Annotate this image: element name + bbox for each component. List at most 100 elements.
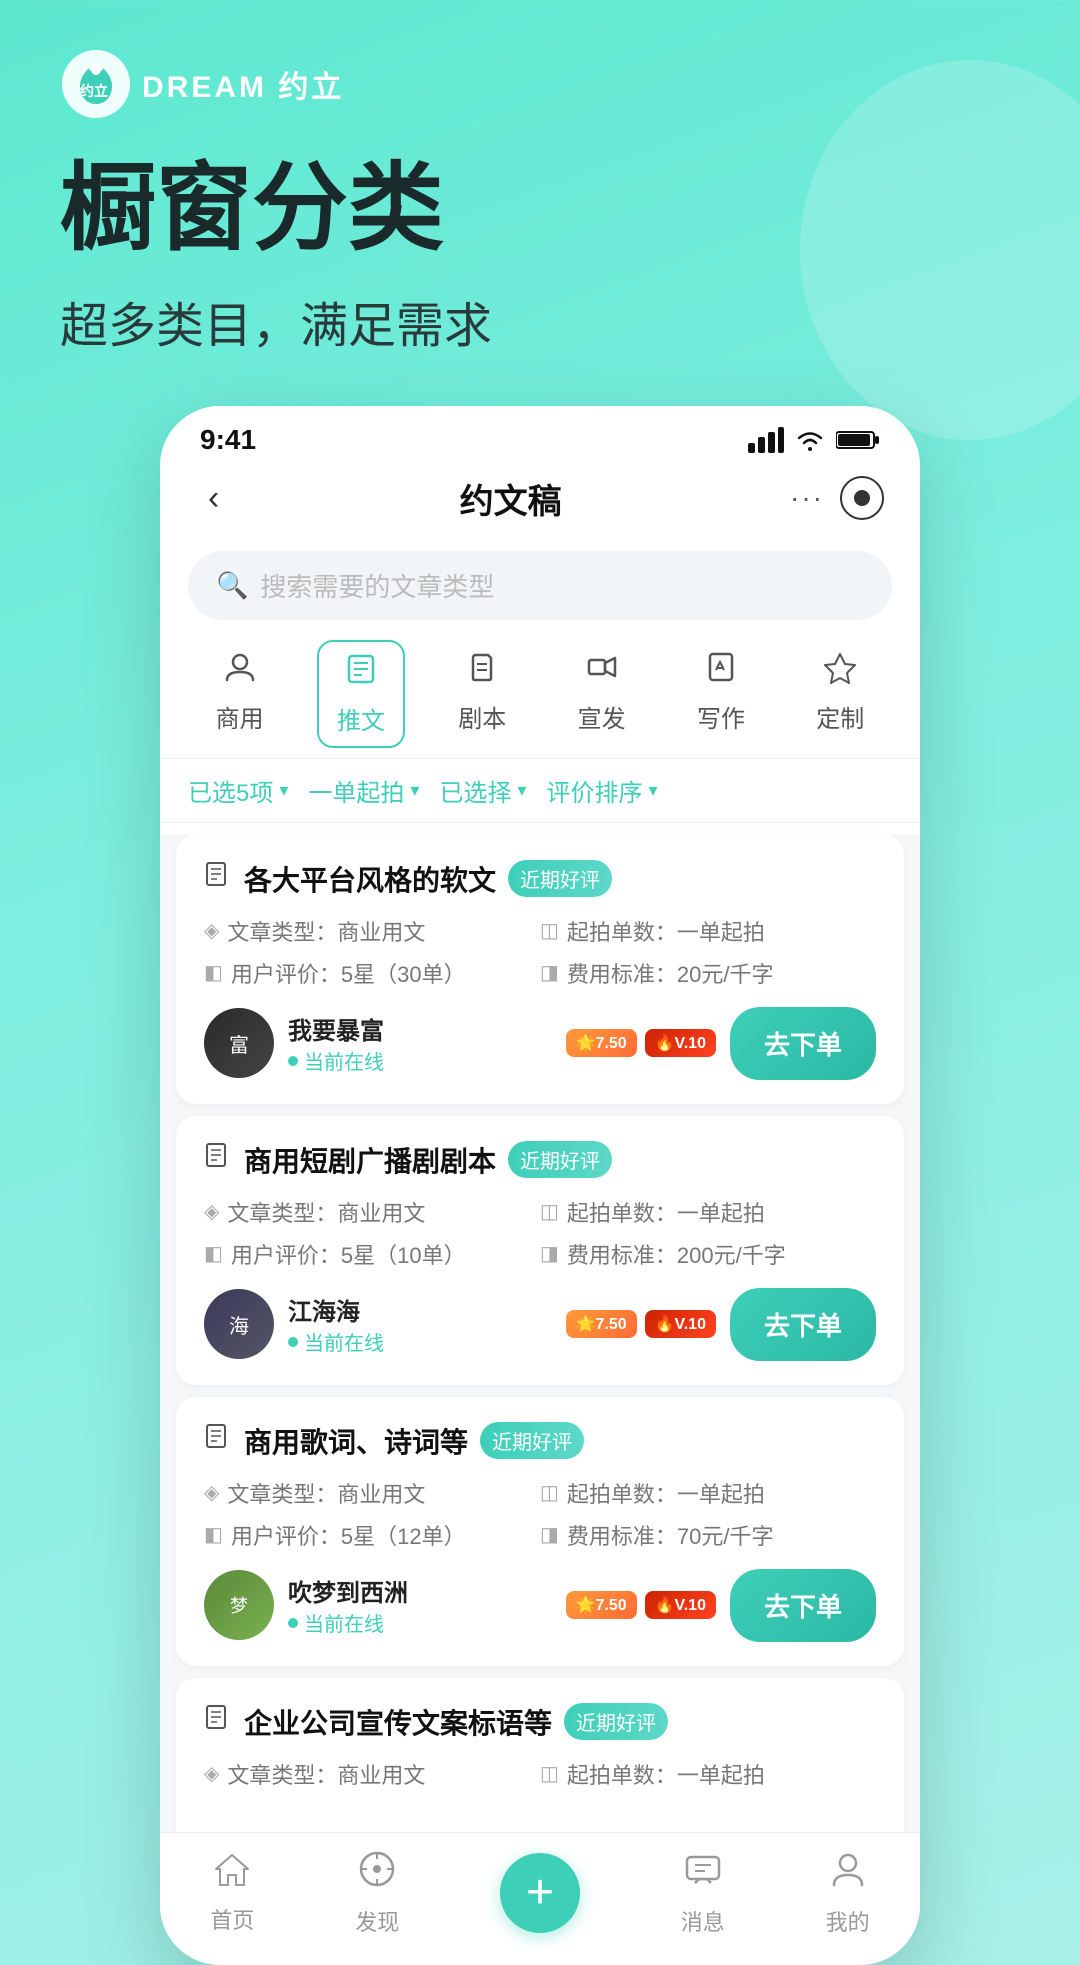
cat-tab-dingzhi[interactable]: 定制	[798, 640, 882, 748]
card-1-badge: 近期好评	[508, 860, 612, 897]
card-2-seller-badges: 🌟7.50 🔥V.10	[566, 1310, 716, 1338]
card-1-seller: 富 我要暴富 当前在线 🌟7.50	[204, 1007, 876, 1080]
cat-icon-tuiwen	[344, 652, 378, 695]
card-1-pricing: ◨ 费用标准：20元/千字	[540, 957, 876, 989]
category-tabs: 商用 推文 剧本 宣发	[160, 630, 920, 759]
meta-icon-order2: ◫	[540, 1199, 559, 1224]
search-bar[interactable]: 🔍 搜索需要的文章类型	[188, 551, 892, 620]
meta-icon-rating1: ◧	[204, 960, 223, 985]
card-1-seller-name: 我要暴富	[288, 1011, 552, 1046]
search-wrap: 🔍 搜索需要的文章类型	[160, 537, 920, 630]
cat-tab-xuanfa[interactable]: 宣发	[560, 640, 644, 748]
card-3-header: 商用歌词、诗词等 近期好评	[204, 1421, 876, 1461]
card-2-rating: ◧ 用户评价：5星（10单）	[204, 1238, 540, 1270]
card-2-doc-icon	[204, 1142, 232, 1177]
meta-icon-rating3: ◧	[204, 1522, 223, 1547]
bottom-nav-discover[interactable]: 发现	[355, 1849, 399, 1937]
filter-chip-rating[interactable]: 评价排序 ▾	[547, 773, 658, 808]
meta-icon-order1: ◫	[540, 918, 559, 943]
card-2-pricing: ◨ 费用标准：200元/千字	[540, 1238, 876, 1270]
card-3-doc-icon	[204, 1423, 232, 1458]
bottom-nav-plus-button[interactable]: +	[500, 1853, 580, 1933]
cat-label-shangyong: 商用	[216, 699, 264, 734]
card-3-pricing: ◨ 费用标准：70元/千字	[540, 1519, 876, 1551]
badge-v750-2: 🌟7.50	[566, 1310, 637, 1338]
meta-icon-order4: ◫	[540, 1761, 559, 1786]
cat-label-juben: 剧本	[458, 699, 506, 734]
card-4-doc-icon	[204, 1704, 232, 1739]
card-1-seller-online: 当前在线	[288, 1046, 552, 1075]
card-1-seller-badges: 🌟7.50 🔥V.10	[566, 1029, 716, 1057]
cat-tab-xiezuo[interactable]: 写作	[679, 640, 763, 748]
card-2-order-button[interactable]: 去下单	[730, 1288, 876, 1361]
cat-icon-xiezuo	[704, 650, 738, 693]
card-3-rating: ◧ 用户评价：5星（12单）	[204, 1519, 540, 1551]
service-list: 各大平台风格的软文 近期好评 ◈ 文章类型：商业用文 ◫ 起拍单数：一单起拍 ◧…	[160, 835, 920, 1832]
filter-selected-arrow: ▾	[279, 780, 288, 801]
card-4-min-order: ◫ 起拍单数：一单起拍	[540, 1758, 876, 1790]
card-1-order-button[interactable]: 去下单	[730, 1007, 876, 1080]
service-card-1: 各大平台风格的软文 近期好评 ◈ 文章类型：商业用文 ◫ 起拍单数：一单起拍 ◧…	[176, 835, 904, 1104]
phone-screen: 9:41	[160, 406, 920, 1965]
filter-bar: 已选5项 ▾ 一单起拍 ▾ 已选择 ▾ 评价排序 ▾	[160, 759, 920, 823]
meta-icon-price3: ◨	[540, 1522, 559, 1547]
card-3-badge: 近期好评	[480, 1422, 584, 1459]
filter-chip-minorder[interactable]: 一单起拍 ▾	[308, 773, 419, 808]
bottom-nav-mine[interactable]: 我的	[826, 1849, 870, 1937]
battery-icon	[836, 429, 880, 451]
badge-v750: 🌟7.50	[566, 1029, 637, 1057]
card-3-meta: ◈ 文章类型：商业用文 ◫ 起拍单数：一单起拍 ◧ 用户评价：5星（12单） ◨…	[204, 1477, 876, 1551]
record-inner-icon	[854, 490, 870, 506]
cat-label-xuanfa: 宣发	[578, 699, 626, 734]
nav-record-button[interactable]	[840, 476, 884, 520]
bottom-nav-mine-label: 我的	[826, 1905, 870, 1937]
discover-icon	[357, 1849, 397, 1899]
mine-icon	[828, 1849, 868, 1899]
cat-icon-shangyong	[223, 650, 257, 693]
bottom-nav: 首页 发现 + 消息 我的	[160, 1832, 920, 1965]
meta-icon-rating2: ◧	[204, 1241, 223, 1266]
online-dot-3	[288, 1618, 298, 1628]
meta-icon-type4: ◈	[204, 1761, 219, 1786]
card-3-seller-badges: 🌟7.50 🔥V.10	[566, 1591, 716, 1619]
card-2-meta: ◈ 文章类型：商业用文 ◫ 起拍单数：一单起拍 ◧ 用户评价：5星（10单） ◨…	[204, 1196, 876, 1270]
nav-actions: ···	[790, 476, 884, 520]
badge-v10-3: 🔥V.10	[645, 1591, 716, 1619]
card-1-title: 各大平台风格的软文	[244, 859, 496, 899]
card-2-avatar: 海	[204, 1289, 274, 1359]
bottom-nav-message[interactable]: 消息	[681, 1849, 725, 1937]
cat-tab-juben[interactable]: 剧本	[440, 640, 524, 748]
wifi-icon	[794, 427, 826, 453]
cat-tab-shangyong[interactable]: 商用	[198, 640, 282, 748]
cat-icon-xuanfa	[585, 650, 619, 693]
card-3-title: 商用歌词、诗词等	[244, 1421, 468, 1461]
meta-icon-price2: ◨	[540, 1241, 559, 1266]
meta-icon-order3: ◫	[540, 1480, 559, 1505]
phone-mockup: 9:41	[160, 406, 920, 1965]
nav-more-button[interactable]: ···	[790, 482, 824, 514]
cat-icon-dingzhi	[823, 650, 857, 693]
filter-chip-selected[interactable]: 已选5项 ▾	[188, 773, 288, 808]
filter-minorder-arrow: ▾	[410, 780, 419, 801]
card-3-seller-name: 吹梦到西洲	[288, 1573, 552, 1608]
cat-label-tuiwen: 推文	[337, 701, 385, 736]
brand-name-en: DREAM 约立	[142, 62, 344, 106]
service-card-3: 商用歌词、诗词等 近期好评 ◈ 文章类型：商业用文 ◫ 起拍单数：一单起拍 ◧ …	[176, 1397, 904, 1666]
nav-back-button[interactable]: ‹	[196, 475, 231, 522]
card-4-article-type: ◈ 文章类型：商业用文	[204, 1758, 540, 1790]
card-4-header: 企业公司宣传文案标语等 近期好评	[204, 1702, 876, 1742]
search-icon: 🔍	[216, 570, 248, 601]
online-dot-1	[288, 1056, 298, 1066]
nav-title: 约文稿	[460, 474, 562, 523]
card-2-seller-name: 江海海	[288, 1292, 552, 1327]
card-2-header: 商用短剧广播剧剧本 近期好评	[204, 1140, 876, 1180]
card-2-seller-online: 当前在线	[288, 1327, 552, 1356]
meta-icon-price1: ◨	[540, 960, 559, 985]
cat-tab-tuiwen[interactable]: 推文	[317, 640, 405, 748]
home-icon	[212, 1851, 252, 1897]
filter-chip-chosen[interactable]: 已选择 ▾	[439, 773, 526, 808]
filter-rating-arrow: ▾	[649, 780, 658, 801]
card-3-order-button[interactable]: 去下单	[730, 1569, 876, 1642]
bottom-nav-home[interactable]: 首页	[210, 1851, 254, 1935]
message-icon	[683, 1849, 723, 1899]
